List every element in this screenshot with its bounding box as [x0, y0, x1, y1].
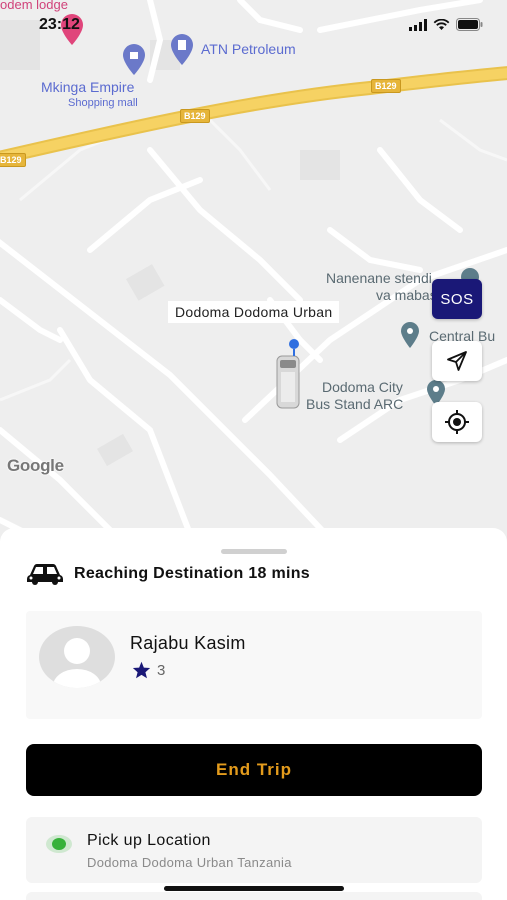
- map-label-nanenane[interactable]: Nanenane stendi: [326, 270, 432, 287]
- sos-label: SOS: [440, 290, 474, 308]
- driver-rating: 3: [132, 661, 165, 679]
- trip-bottom-sheet: Reaching Destination 18 mins Rajabu Kasi…: [0, 528, 507, 900]
- my-location-button[interactable]: [432, 402, 482, 442]
- driver-avatar: [39, 626, 115, 688]
- road-shield: B129: [0, 153, 26, 167]
- end-trip-button[interactable]: End Trip: [26, 744, 482, 796]
- person-placeholder-icon: [53, 638, 101, 688]
- map-label-atn-petroleum[interactable]: ATN Petroleum: [201, 41, 296, 58]
- eta-text: Reaching Destination 18 mins: [74, 565, 311, 582]
- home-indicator: [164, 886, 344, 891]
- status-time: 23:12: [39, 16, 80, 33]
- navigation-arrow-icon: [447, 351, 467, 371]
- map-label-mkinga-empire[interactable]: Mkinga Empire: [41, 79, 134, 96]
- pickup-location-card[interactable]: Pick up Location Dodoma Dodoma Urban Tan…: [26, 817, 482, 883]
- pickup-address: Dodoma Dodoma Urban Tanzania: [87, 855, 292, 870]
- location-name-chip: Dodoma Dodoma Urban: [168, 301, 340, 323]
- pickup-dot-icon: [46, 835, 72, 853]
- map-label-bus-stand-2: Bus Stand ARC: [306, 396, 404, 412]
- driver-card[interactable]: Rajabu Kasim 3: [26, 611, 482, 719]
- vehicle-marker: [276, 355, 300, 409]
- road-shield: B129: [180, 109, 210, 123]
- sos-button[interactable]: SOS: [432, 279, 482, 319]
- status-icons: [409, 18, 483, 31]
- star-icon: [132, 661, 151, 679]
- rating-value: 3: [157, 661, 166, 679]
- locate-me-icon: [445, 410, 469, 434]
- eta-row: Reaching Destination 18 mins: [26, 563, 310, 585]
- wifi-icon: [433, 18, 450, 30]
- navigate-button[interactable]: [432, 341, 482, 381]
- driver-name: Rajabu Kasim: [130, 633, 246, 653]
- map-view[interactable]: odem lodge ATN Petroleum Mkinga Empire S…: [0, 0, 507, 560]
- map-label-bus-stand[interactable]: Dodoma City: [322, 379, 403, 396]
- map-label-nanenane-2: va mabasi: [376, 287, 440, 303]
- map-label-lodge: odem lodge: [0, 0, 68, 12]
- battery-icon: [456, 18, 483, 31]
- sheet-drag-handle[interactable]: [221, 549, 287, 554]
- pickup-title: Pick up Location: [87, 832, 211, 849]
- dropoff-location-card[interactable]: [26, 892, 482, 900]
- car-icon: [27, 564, 63, 585]
- map-label-mkinga-sub: Shopping mall: [68, 97, 138, 109]
- road-shield: B129: [371, 79, 401, 93]
- cellular-signal-icon: [409, 18, 427, 31]
- google-attribution: Google: [7, 456, 64, 475]
